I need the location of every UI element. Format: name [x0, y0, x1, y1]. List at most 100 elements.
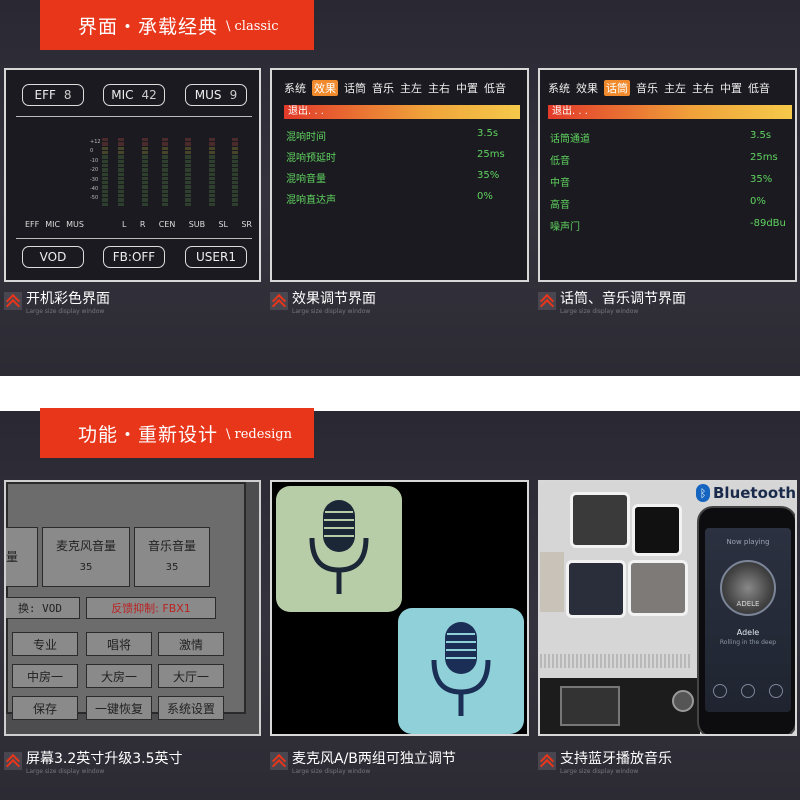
tab[interactable]: 系统 [284, 80, 306, 96]
cell-value: 35 [79, 562, 93, 573]
mode-button[interactable]: 专业 [12, 632, 78, 656]
fb-button[interactable]: FB:OFF [103, 246, 165, 268]
setting-label[interactable]: 混响时间 [286, 128, 326, 143]
exit-bar[interactable]: 退出. . . [284, 105, 520, 119]
banner-title: 界面・承载经典 [78, 15, 219, 38]
setting-label[interactable]: 话筒通道 [550, 130, 590, 145]
vod-label: VOD [39, 250, 67, 264]
setting-label[interactable]: 混响预延时 [286, 149, 336, 164]
chevron-icon [4, 292, 22, 310]
caption-subtitle: Large size display window [292, 308, 371, 315]
tab[interactable]: 中置 [456, 80, 478, 96]
device-screen [560, 686, 620, 726]
mic-b-tile[interactable] [398, 608, 524, 734]
user-label: USER1 [196, 250, 236, 264]
exit-bar[interactable]: 退出. . . [548, 105, 792, 119]
chevron-icon [4, 752, 22, 770]
caption-title: 效果调节界面 [292, 291, 376, 307]
caption-subtitle: Large size display window [26, 308, 105, 315]
mode-button[interactable]: 唱将 [86, 632, 152, 656]
cell-label: 麦克风音量 [55, 539, 116, 553]
mic-a-tile[interactable] [276, 486, 402, 612]
scale-tick: 0 [90, 148, 94, 155]
album-thumb [632, 504, 682, 556]
tab[interactable]: 话筒 [604, 80, 630, 96]
tab[interactable]: 主左 [400, 80, 422, 96]
tab[interactable]: 效果 [576, 80, 598, 96]
setting-value: 0% [477, 191, 493, 202]
cell-switch-vod[interactable]: 换: VOD [6, 597, 80, 619]
mus-label: MUS [194, 88, 222, 102]
caption-title: 话筒、音乐调节界面 [560, 291, 686, 307]
device-knob[interactable] [672, 690, 694, 712]
setting-label[interactable]: 低音 [550, 152, 570, 167]
tab[interactable]: 主左 [664, 80, 686, 96]
caption-boot-screen: 开机彩色界面 Large size display window [4, 290, 110, 316]
mus-button[interactable]: MUS 9 [185, 84, 247, 106]
player-controls [713, 684, 783, 698]
shuffle-icon[interactable] [741, 684, 755, 698]
microphone-icon [309, 500, 369, 594]
mic-button[interactable]: MIC 42 [103, 84, 165, 106]
cell-volume[interactable]: 量 [5, 527, 38, 587]
chevron-icon [538, 752, 556, 770]
cell-mic-volume[interactable]: 麦克风音量 35 [42, 527, 130, 587]
bluetooth-label: Bluetooth [713, 484, 797, 502]
scale-tick: -20 [90, 167, 99, 174]
level-scale: +12 0 -10 -20 -30 -40 -50 [90, 138, 101, 204]
scale-tick: -10 [90, 157, 99, 164]
tab[interactable]: 音乐 [636, 80, 658, 96]
mode-button[interactable]: 系统设置 [158, 696, 224, 720]
user-button[interactable]: USER1 [185, 246, 247, 268]
cell-feedback[interactable]: 反馈抑制: FBX1 [86, 597, 216, 619]
setting-label[interactable]: 噪声门 [550, 218, 580, 233]
tab[interactable]: 系统 [548, 80, 570, 96]
mode-button[interactable]: 大厅一 [158, 664, 224, 688]
setting-value: 35% [477, 170, 500, 181]
vod-button[interactable]: VOD [22, 246, 84, 268]
setting-value: 25ms [750, 152, 778, 163]
song-title: Rolling in the deep [719, 639, 777, 646]
tab[interactable]: 低音 [484, 80, 506, 96]
mode-button[interactable]: 中房一 [12, 664, 78, 688]
caption-title: 屏幕3.2英寸升级3.5英寸 [26, 751, 183, 767]
mode-button[interactable]: 保存 [12, 696, 78, 720]
cell-music-volume[interactable]: 音乐音量 35 [134, 527, 210, 587]
setting-label[interactable]: 高音 [550, 196, 570, 211]
tab[interactable]: 效果 [312, 80, 338, 96]
setting-value: 25ms [477, 149, 505, 160]
divider [16, 116, 252, 117]
channel-label: SUB [188, 220, 206, 229]
phone-screen: Now playing ADELE Adele Rolling in the d… [705, 528, 791, 712]
channel-label: SL [218, 220, 228, 229]
repeat-icon[interactable] [713, 684, 727, 698]
album-thumb [570, 492, 630, 548]
mode-button[interactable]: 一键恢复 [86, 696, 152, 720]
volume-icon[interactable] [769, 684, 783, 698]
setting-label[interactable]: 中音 [550, 174, 570, 189]
setting-label[interactable]: 混响直达声 [286, 191, 336, 206]
mode-button[interactable]: 激情 [158, 632, 224, 656]
tab[interactable]: 低音 [748, 80, 770, 96]
mus-value: 9 [229, 88, 238, 102]
level-meter [185, 138, 191, 206]
effect-settings-screen: 系统 效果 话筒 音乐 主左 主右 中置 低音 退出. . . 混响时间 3.5s 混响预延时 25… [270, 68, 529, 282]
setting-label[interactable]: 混响音量 [286, 170, 326, 185]
eff-button[interactable]: EFF 8 [22, 84, 84, 106]
tab[interactable]: 话筒 [344, 80, 366, 96]
tab[interactable]: 音乐 [372, 80, 394, 96]
mic-music-settings-screen: 系统 效果 话筒 音乐 主左 主右 中置 低音 退出. . . 话筒通道 3.5s 低音 25ms 中… [538, 68, 797, 282]
tab[interactable]: 中置 [720, 80, 742, 96]
channel-label: SR [241, 220, 252, 229]
setting-value: 3.5s [477, 128, 499, 139]
tab[interactable]: 主右 [428, 80, 450, 96]
banner-classic: 界面・承载经典 \ classic [40, 0, 314, 50]
now-playing-label: Now playing [726, 538, 770, 546]
level-meter [232, 138, 238, 206]
album-thumb [540, 552, 564, 612]
cell-label: 量 [5, 550, 18, 564]
tab[interactable]: 主右 [692, 80, 714, 96]
channel-label: CEN [158, 220, 176, 229]
bluetooth-icon: ᛒ [696, 484, 710, 502]
mode-button[interactable]: 大房一 [86, 664, 152, 688]
